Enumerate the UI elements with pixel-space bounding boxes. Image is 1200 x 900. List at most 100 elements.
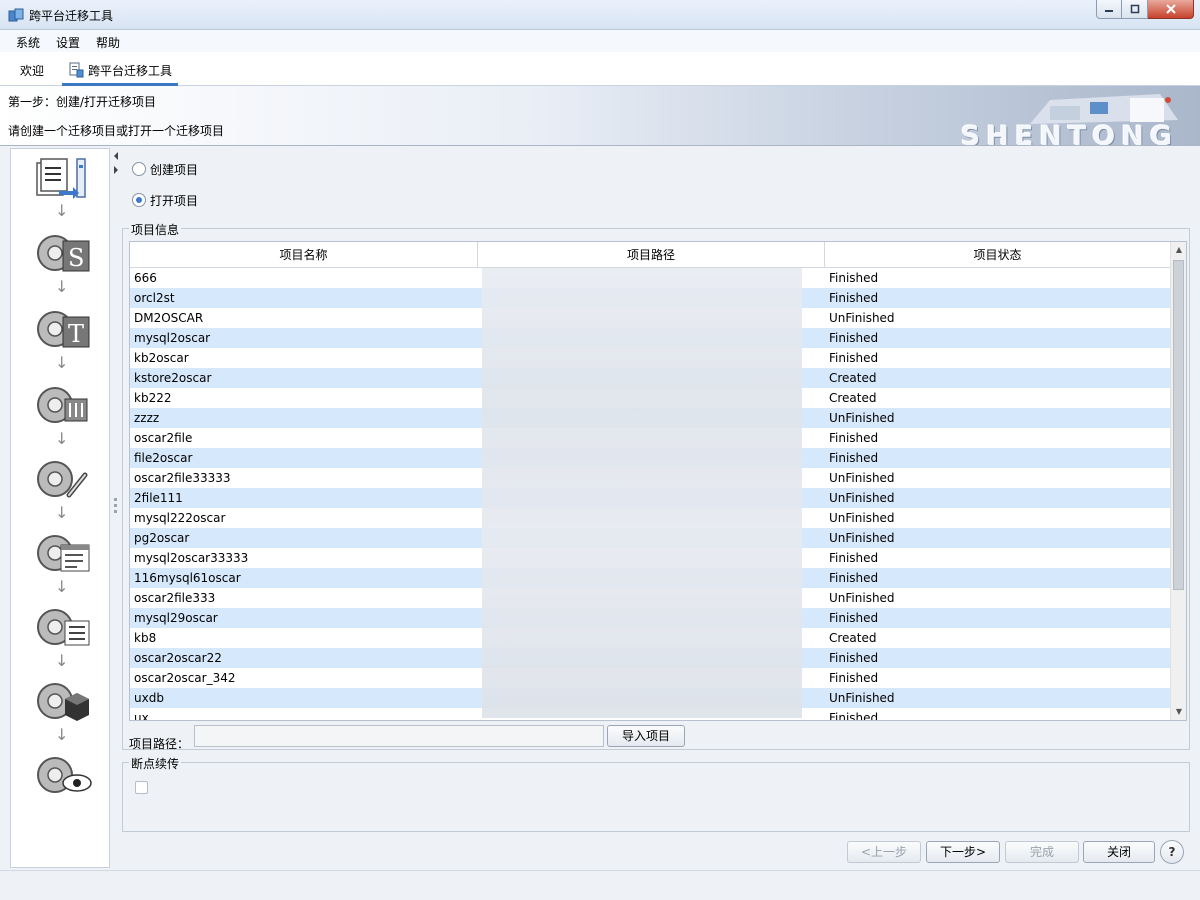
open-project-label: 打开项目 — [150, 193, 199, 208]
project-name-cell: uxdb — [134, 691, 164, 705]
title-bar: 跨平台迁移工具 — [0, 0, 1200, 30]
project-status-cell: Finished — [829, 271, 879, 285]
project-name-cell: oscar2file333 — [134, 591, 216, 605]
maximize-button[interactable] — [1122, 0, 1148, 19]
project-status-cell: Finished — [829, 651, 879, 665]
next-step-button[interactable]: 下一步> — [926, 841, 1000, 863]
tab-bar: 欢迎 跨平台迁移工具 — [0, 52, 1200, 86]
step-title: 第一步：创建/打开迁移项目 — [8, 95, 157, 109]
project-path-input[interactable] — [194, 725, 604, 747]
app-icon — [8, 8, 24, 22]
target-step-icon: T — [37, 311, 90, 348]
close-window-button[interactable] — [1148, 0, 1194, 19]
project-status-cell: UnFinished — [829, 311, 895, 325]
project-name-cell: 2file111 — [134, 491, 183, 505]
view-step-icon — [37, 757, 92, 793]
create-project-radio[interactable] — [132, 162, 146, 176]
menu-help[interactable]: 帮助 — [96, 34, 120, 51]
execute-step-icon — [37, 683, 89, 721]
minimize-button[interactable] — [1096, 0, 1122, 19]
project-status-cell: UnFinished — [829, 691, 895, 705]
project-name-cell: 116mysql61oscar — [134, 571, 241, 585]
project-status-cell: Finished — [829, 431, 879, 445]
open-project-radio[interactable] — [132, 193, 146, 207]
tab-welcome[interactable]: 欢迎 — [14, 60, 50, 86]
project-status-cell: UnFinished — [829, 531, 895, 545]
project-status-cell: Created — [829, 371, 877, 385]
step-arrow: ↓ — [55, 725, 69, 744]
svg-text:S: S — [68, 244, 84, 272]
project-name-cell: oscar2file — [134, 431, 193, 445]
mapping-step-icon — [37, 461, 88, 498]
prev-step-button[interactable]: <上一步 — [847, 841, 921, 863]
server-illustration-icon — [1030, 94, 1178, 124]
scroll-thumb[interactable] — [1173, 260, 1184, 590]
resume-group: 断点续传 — [122, 755, 1190, 832]
project-status-cell: UnFinished — [829, 511, 895, 525]
tab-migration-tool[interactable]: 跨平台迁移工具 — [62, 60, 179, 86]
project-step-icon — [36, 158, 86, 199]
menu-settings[interactable]: 设置 — [56, 34, 80, 51]
create-project-label: 创建项目 — [150, 162, 199, 177]
close-button[interactable]: 关闭 — [1083, 841, 1155, 863]
project-status-cell: Created — [829, 631, 877, 645]
project-name-cell: mysql29oscar — [134, 611, 218, 625]
menu-bar: 系统 设置 帮助 — [0, 30, 1200, 52]
table-scrollbar[interactable]: ▲ ▼ — [1170, 242, 1186, 720]
step-arrow: ↓ — [55, 429, 69, 448]
minimize-icon — [1105, 10, 1113, 12]
project-name-cell: 666 — [134, 271, 157, 285]
main-content: 创建项目 打开项目 项目信息 项目名称 项目路径 项目状态 666 Finishe… — [120, 148, 1190, 836]
project-info-group: 项目信息 项目名称 项目路径 项目状态 666 Finished orcl2st Fi… — [122, 221, 1190, 751]
collapse-arrow-icon[interactable] — [112, 150, 120, 180]
brand-logo: SHENTONG — [960, 121, 1178, 146]
task-step-icon — [37, 609, 90, 646]
column-header-name[interactable]: 项目名称 — [130, 242, 478, 268]
create-project-option[interactable]: 创建项目 — [132, 160, 198, 178]
project-path-label: 项目路径： — [129, 737, 190, 751]
window-title: 跨平台迁移工具 — [29, 9, 114, 23]
menu-system[interactable]: 系统 — [16, 34, 40, 51]
migration-tool-icon — [69, 62, 84, 78]
resume-legend: 断点续传 — [129, 755, 182, 772]
project-status-cell: Finished — [829, 611, 879, 625]
help-button[interactable]: ? — [1160, 840, 1184, 864]
steps-panel: ↓ S ↓ T ↓ ↓ ↓ ↓ ↓ ↓ — [10, 148, 110, 868]
project-status-cell: Finished — [829, 671, 879, 685]
import-project-button[interactable]: 导入项目 — [607, 725, 685, 747]
project-name-cell: oscar2oscar22 — [134, 651, 222, 665]
resume-checkbox[interactable] — [135, 781, 148, 794]
tab-welcome-label: 欢迎 — [20, 64, 45, 78]
project-status-cell: Finished — [829, 331, 879, 345]
project-status-cell: Finished — [829, 291, 879, 305]
project-info-legend: 项目信息 — [129, 221, 182, 238]
project-status-cell: UnFinished — [829, 411, 895, 425]
project-name-cell: kb2oscar — [134, 351, 189, 365]
project-table: 项目名称 项目路径 项目状态 666 Finished orcl2st Finishe… — [129, 241, 1187, 721]
project-name-cell: kstore2oscar — [134, 371, 212, 385]
finish-button[interactable]: 完成 — [1005, 841, 1079, 863]
maximize-icon — [1130, 4, 1139, 14]
options-step-icon — [37, 387, 88, 423]
scroll-down-icon[interactable]: ▼ — [1171, 704, 1186, 720]
step-arrow: ↓ — [55, 277, 69, 296]
step-banner: 第一步：创建/打开迁移项目 请创建一个迁移项目或打开一个迁移项目 SHENTON… — [0, 86, 1200, 146]
column-header-status[interactable]: 项目状态 — [825, 242, 1170, 268]
project-name-cell: zzzz — [134, 411, 160, 425]
column-header-path[interactable]: 项目路径 — [478, 242, 825, 268]
project-name-cell: DM2OSCAR — [134, 311, 204, 325]
project-status-cell: Finished — [829, 551, 879, 565]
open-project-option[interactable]: 打开项目 — [132, 191, 198, 209]
project-status-cell: UnFinished — [829, 591, 895, 605]
panel-splitter[interactable] — [112, 148, 120, 868]
project-status-cell: Finished — [829, 451, 879, 465]
step-arrow: ↓ — [55, 577, 69, 596]
project-status-cell: Finished — [829, 571, 879, 585]
step-arrow: ↓ — [55, 503, 69, 522]
table-header: 项目名称 项目路径 项目状态 — [130, 242, 1170, 268]
project-name-cell: kb222 — [134, 391, 172, 405]
step-arrow: ↓ — [55, 201, 69, 220]
project-name-cell: ux — [134, 711, 149, 720]
scroll-up-icon[interactable]: ▲ — [1171, 242, 1186, 258]
project-name-cell: oscar2oscar_342 — [134, 671, 236, 685]
